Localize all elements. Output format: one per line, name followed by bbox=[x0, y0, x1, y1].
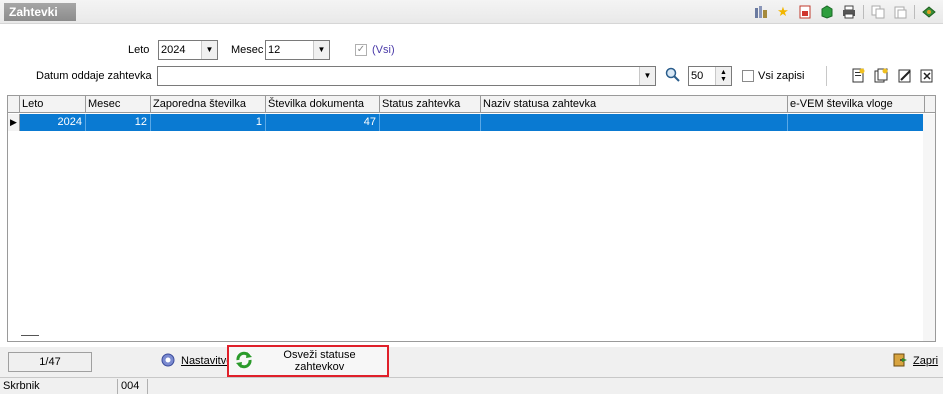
delete-record-icon[interactable] bbox=[920, 68, 934, 86]
zapri-label: Zapri bbox=[913, 355, 939, 367]
column-header-naziv[interactable]: Naziv statusa zahtevka bbox=[481, 96, 788, 113]
row-indicator-icon: ▶ bbox=[8, 114, 20, 131]
cell-stevilka[interactable]: 47 bbox=[266, 114, 380, 131]
count-stepper[interactable]: 50 ▲ ▼ bbox=[688, 66, 732, 86]
cell-mesec[interactable]: 12 bbox=[86, 114, 151, 131]
cell-status[interactable] bbox=[380, 114, 481, 131]
osvezi-label: Osveži statuse zahtevkov bbox=[283, 349, 356, 373]
pdf-icon[interactable] bbox=[797, 4, 813, 20]
search-icon[interactable] bbox=[665, 67, 681, 83]
toolbar-separator bbox=[863, 5, 864, 19]
refresh-icon bbox=[235, 351, 253, 372]
leto-value: 2024 bbox=[161, 44, 186, 56]
copy-icon[interactable] bbox=[870, 4, 886, 20]
column-header-leto[interactable]: Leto bbox=[20, 96, 86, 113]
grid-header: Leto Mesec Zaporedna številka Številka d… bbox=[8, 96, 935, 113]
zapri-button[interactable]: Zapri bbox=[892, 349, 938, 373]
vsi-label: (Vsi) bbox=[372, 44, 395, 56]
cell-zaporedna[interactable]: 1 bbox=[151, 114, 266, 131]
cube-icon[interactable] bbox=[819, 4, 835, 20]
vsi-zapisi-checkbox[interactable] bbox=[742, 70, 754, 82]
chevron-down-icon[interactable]: ▼ bbox=[639, 67, 655, 85]
paste-icon[interactable] bbox=[892, 4, 908, 20]
column-header-zaporedna[interactable]: Zaporedna številka bbox=[151, 96, 266, 113]
new-record-icon[interactable] bbox=[851, 68, 865, 86]
grid-new-row-marker bbox=[21, 335, 39, 336]
mesec-label: Mesec bbox=[231, 44, 264, 56]
exit-icon[interactable] bbox=[921, 4, 937, 20]
separator bbox=[826, 66, 827, 86]
mesec-select[interactable]: 12 ▼ bbox=[265, 40, 330, 60]
leto-select[interactable]: 2024 ▼ bbox=[158, 40, 218, 60]
window-title: Zahtevki bbox=[4, 3, 76, 21]
copy-record-icon[interactable] bbox=[874, 68, 888, 86]
bottom-bar bbox=[0, 347, 943, 377]
vsi-zapisi-label: Vsi zapisi bbox=[758, 70, 805, 82]
status-user: Skrbnik bbox=[0, 379, 118, 394]
datum-label: Datum oddaje zahtevka bbox=[36, 70, 152, 82]
status-message bbox=[148, 379, 943, 394]
chevron-down-icon[interactable]: ▼ bbox=[201, 41, 217, 59]
settings-icon bbox=[160, 352, 176, 371]
cell-evem[interactable] bbox=[788, 114, 925, 131]
count-value: 50 bbox=[691, 70, 704, 82]
cell-naziv[interactable] bbox=[481, 114, 788, 131]
column-header-stevilka[interactable]: Številka dokumenta bbox=[266, 96, 380, 113]
close-door-icon bbox=[892, 352, 908, 371]
status-code: 004 bbox=[118, 379, 148, 394]
leto-label: Leto bbox=[128, 44, 150, 56]
mesec-value: 12 bbox=[268, 44, 281, 56]
print-icon[interactable] bbox=[841, 4, 857, 20]
vertical-scrollbar[interactable] bbox=[923, 114, 935, 341]
chevron-down-icon[interactable]: ▼ bbox=[313, 41, 329, 59]
status-bar: Skrbnik 004 bbox=[0, 377, 943, 394]
column-header-status[interactable]: Status zahtevka bbox=[380, 96, 481, 113]
star-icon[interactable]: ★ bbox=[775, 4, 791, 20]
toolbar: ★ bbox=[753, 3, 937, 21]
record-counter: 1/47 bbox=[8, 352, 92, 372]
toolbar-separator bbox=[914, 5, 915, 19]
report-icon[interactable] bbox=[753, 4, 769, 20]
column-header-evem[interactable]: e-VEM številka vloge bbox=[788, 96, 925, 113]
column-header-mesec[interactable]: Mesec bbox=[86, 96, 151, 113]
cell-leto[interactable]: 2024 bbox=[20, 114, 86, 131]
vsi-checkbox[interactable]: ✓ bbox=[355, 44, 367, 56]
edit-record-icon[interactable] bbox=[898, 68, 912, 86]
osvezi-statuse-button[interactable]: Osveži statuse zahtevkov bbox=[227, 345, 389, 377]
table-row[interactable]: ▶ 2024 12 1 47 bbox=[8, 114, 935, 131]
title-bar: Zahtevki ★ bbox=[0, 0, 943, 24]
nastavitve-label: Nastavitve bbox=[181, 355, 233, 367]
datum-select[interactable]: ▼ bbox=[157, 66, 656, 86]
nastavitve-button[interactable]: Nastavitve bbox=[160, 349, 232, 373]
requests-grid[interactable]: Leto Mesec Zaporedna številka Številka d… bbox=[7, 95, 936, 342]
indicator-header bbox=[8, 96, 20, 113]
spinner-icon[interactable]: ▲ ▼ bbox=[715, 67, 731, 85]
